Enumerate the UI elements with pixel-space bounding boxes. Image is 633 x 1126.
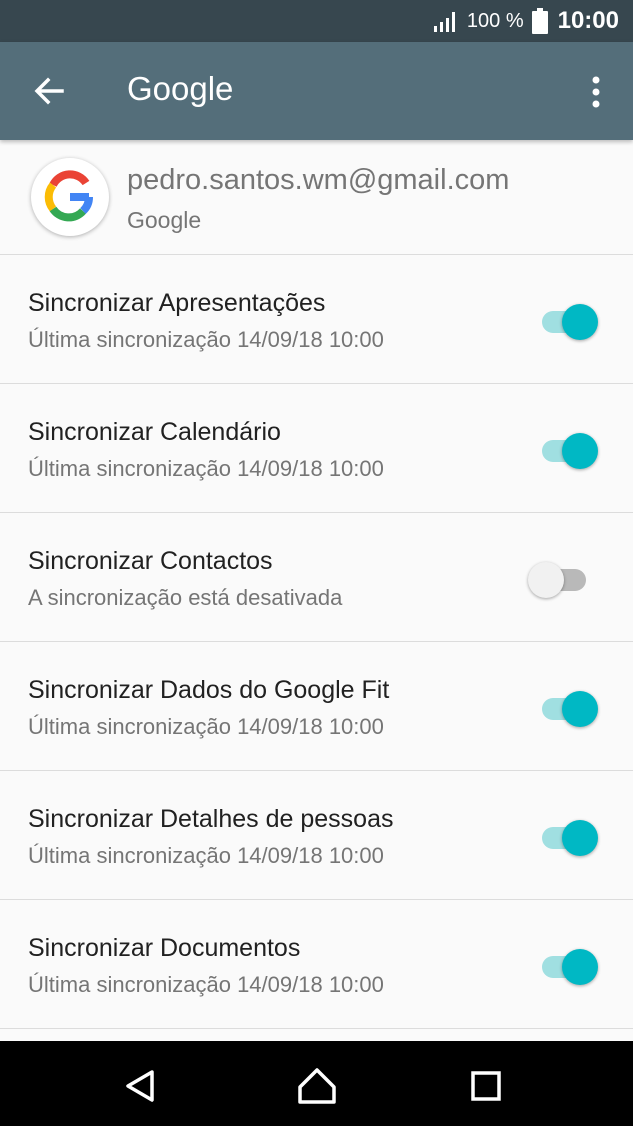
nav-home-button[interactable]: [294, 1063, 340, 1109]
page-title: Google: [127, 70, 234, 107]
sync-item-apresentacoes[interactable]: Sincronizar Apresentações Última sincron…: [0, 255, 633, 384]
status-bar: 100 % 10:00: [0, 0, 633, 42]
app-bar: Google: [0, 42, 633, 140]
sync-item-title: Sincronizar Dados do Google Fit: [28, 676, 390, 704]
nav-home-icon: [298, 1068, 336, 1104]
sync-item-status: A sincronização está desativada: [28, 585, 343, 610]
sync-toggle[interactable]: [528, 430, 602, 470]
toggle-thumb: [562, 691, 598, 727]
nav-back-button[interactable]: [118, 1063, 164, 1109]
status-icons: 100 % 10:00: [433, 0, 619, 42]
account-type: Google: [127, 207, 202, 233]
toggle-thumb: [528, 562, 564, 598]
account-email: pedro.santos.wm@gmail.com: [127, 164, 510, 196]
clock: 10:00: [557, 7, 619, 34]
battery-icon: [531, 8, 548, 34]
back-button[interactable]: [24, 66, 74, 116]
sync-list: Sincronizar Apresentações Última sincron…: [0, 255, 633, 1029]
more-vert-icon: [592, 76, 600, 108]
toggle-thumb: [562, 304, 598, 340]
sync-item-status: Última sincronização 14/09/18 10:00: [28, 327, 384, 352]
sync-toggle[interactable]: [528, 559, 602, 599]
signal-icon: [433, 12, 455, 32]
sync-item-title: Sincronizar Documentos: [28, 934, 301, 962]
account-header: pedro.santos.wm@gmail.com Google: [0, 140, 633, 255]
navigation-bar: [0, 1041, 633, 1126]
arrow-back-icon: [34, 77, 64, 105]
sync-item-documentos[interactable]: Sincronizar Documentos Última sincroniza…: [0, 900, 633, 1029]
nav-recents-icon: [471, 1071, 501, 1101]
sync-item-title: Sincronizar Detalhes de pessoas: [28, 805, 394, 833]
sync-toggle[interactable]: [528, 946, 602, 986]
more-options-button[interactable]: [581, 66, 611, 116]
sync-item-title: Sincronizar Contactos: [28, 547, 273, 575]
google-g-icon: [44, 170, 94, 222]
sync-item-status: Última sincronização 14/09/18 10:00: [28, 972, 384, 997]
toggle-thumb: [562, 820, 598, 856]
sync-item-google-fit[interactable]: Sincronizar Dados do Google Fit Última s…: [0, 642, 633, 771]
sync-item-contactos[interactable]: Sincronizar Contactos A sincronização es…: [0, 513, 633, 642]
nav-back-icon: [126, 1070, 154, 1102]
account-avatar: [31, 158, 109, 236]
nav-recents-button[interactable]: [463, 1063, 509, 1109]
sync-toggle[interactable]: [528, 301, 602, 341]
sync-item-status: Última sincronização 14/09/18 10:00: [28, 714, 384, 739]
sync-toggle[interactable]: [528, 688, 602, 728]
sync-item-detalhes-pessoas[interactable]: Sincronizar Detalhes de pessoas Última s…: [0, 771, 633, 900]
sync-item-calendario[interactable]: Sincronizar Calendário Última sincroniza…: [0, 384, 633, 513]
sync-toggle[interactable]: [528, 817, 602, 857]
toggle-thumb: [562, 433, 598, 469]
toggle-thumb: [562, 949, 598, 985]
battery-percent: 100 %: [466, 9, 524, 32]
sync-item-title: Sincronizar Calendário: [28, 418, 281, 446]
sync-item-status: Última sincronização 14/09/18 10:00: [28, 843, 384, 868]
sync-item-title: Sincronizar Apresentações: [28, 289, 326, 317]
sync-item-status: Última sincronização 14/09/18 10:00: [28, 456, 384, 481]
